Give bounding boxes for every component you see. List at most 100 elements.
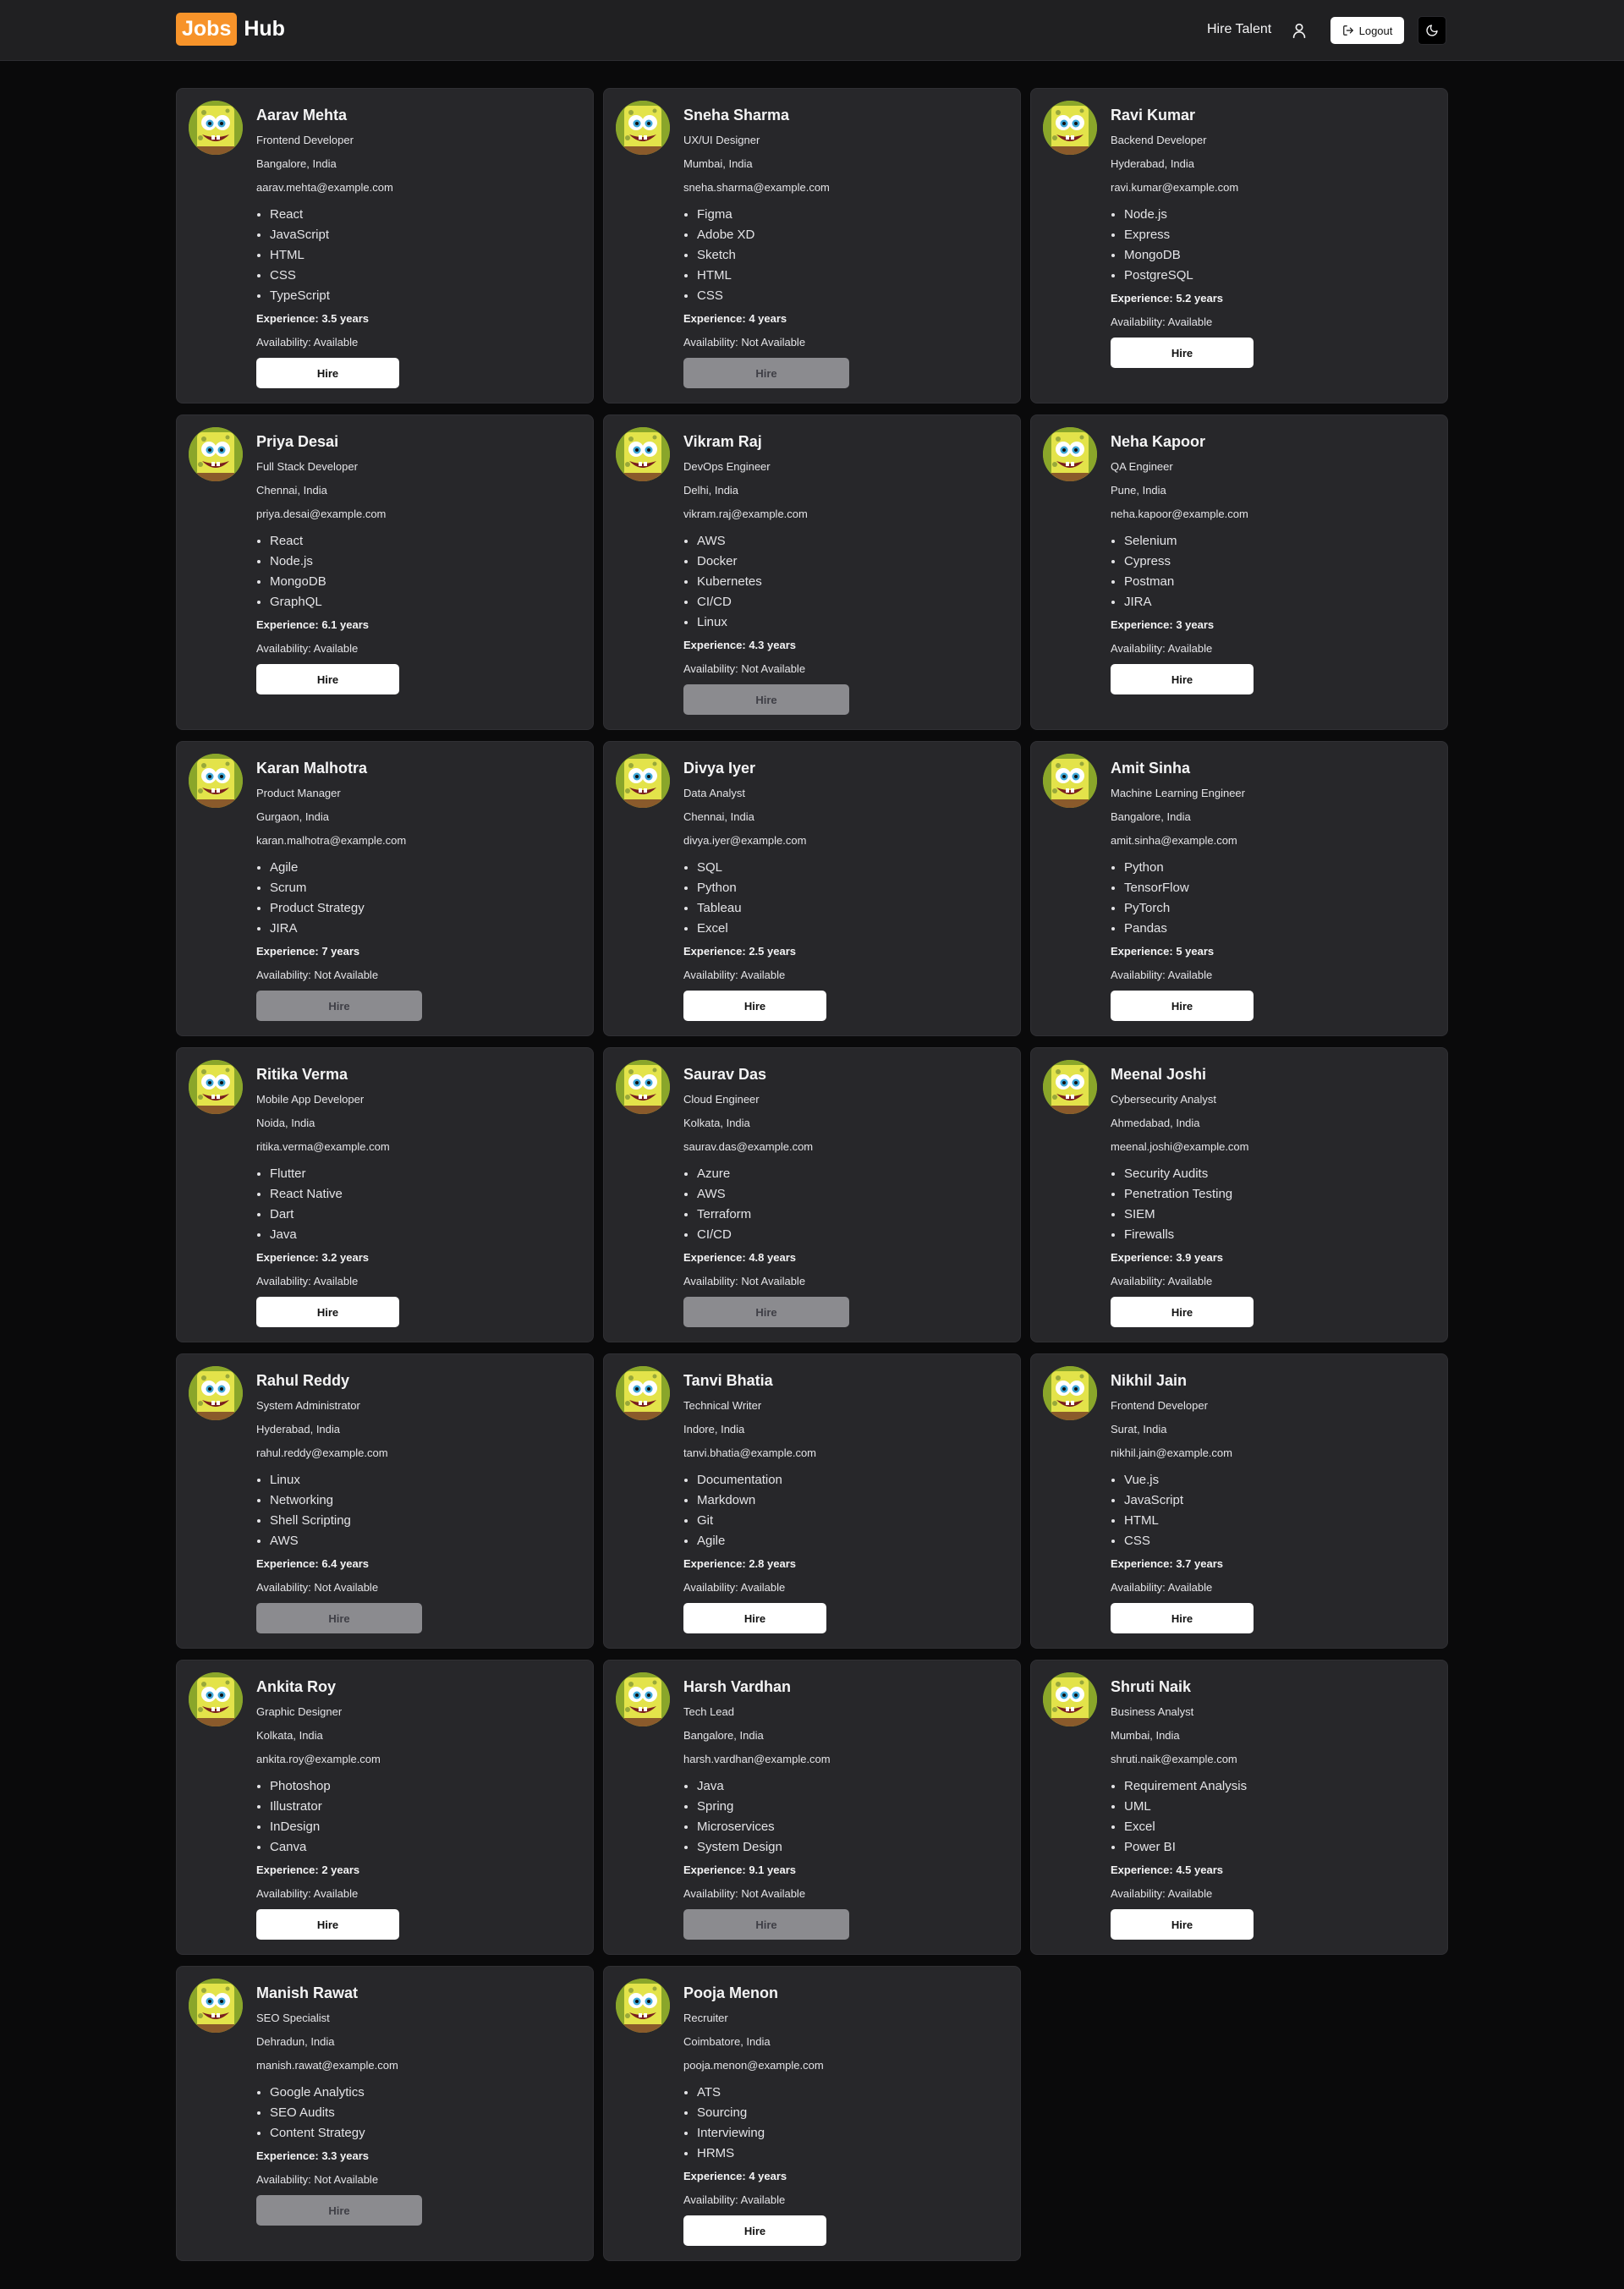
hire-button[interactable]: Hire [683,2215,826,2246]
candidate-info: Amit Sinha Machine Learning Engineer Ban… [1111,754,1434,1022]
skills-list: DocumentationMarkdownGitAgile [683,1470,1007,1551]
hire-button[interactable]: Hire [683,991,826,1021]
candidate-role: Data Analyst [683,787,745,799]
candidate-email: saurav.das@example.com [683,1140,814,1153]
candidate-name: Amit Sinha [1111,760,1191,777]
candidate-location: Ahmedabad, India [1111,1117,1200,1129]
avatar [616,1366,670,1420]
skill-item: Penetration Testing [1124,1184,1434,1205]
skill-item: Express [1124,225,1434,245]
candidate-card: Harsh Vardhan Tech Lead Bangalore, India… [603,1660,1021,1955]
hire-button[interactable]: Hire [256,1909,399,1940]
skill-item: AWS [697,1184,1007,1205]
logo[interactable]: Jobs Hub [176,13,285,46]
hire-button[interactable]: Hire [256,1297,399,1327]
skill-item: Product Strategy [270,898,579,919]
hire-button[interactable]: Hire [1111,991,1254,1021]
candidate-info: Aarav Mehta Frontend Developer Bangalore… [256,101,579,389]
candidate-availability: Availability: Available [1111,642,1213,655]
hire-button[interactable]: Hire [1111,664,1254,694]
user-icon[interactable] [1290,21,1309,40]
candidate-experience: Experience: 3.2 years [256,1251,369,1264]
candidate-card: Neha Kapoor QA Engineer Pune, India neha… [1030,414,1448,730]
candidate-info: Karan Malhotra Product Manager Gurgaon, … [256,754,579,1022]
candidate-role: Graphic Designer [256,1705,343,1718]
skill-item: AWS [697,531,1007,552]
candidate-role: Backend Developer [1111,134,1207,146]
skill-item: CI/CD [697,592,1007,612]
skills-list: Vue.jsJavaScriptHTMLCSS [1111,1470,1434,1551]
candidate-card: Saurav Das Cloud Engineer Kolkata, India… [603,1047,1021,1342]
skill-item: Cypress [1124,552,1434,572]
candidate-availability: Availability: Available [1111,1887,1213,1900]
candidate-email: ankita.roy@example.com [256,1753,381,1765]
skill-item: PostgreSQL [1124,266,1434,286]
avatar [189,1060,243,1114]
theme-toggle-button[interactable] [1418,16,1446,45]
skill-item: Figma [697,205,1007,225]
skill-item: Flutter [270,1164,579,1184]
avatar [189,101,243,155]
skill-item: SIEM [1124,1205,1434,1225]
skill-item: CI/CD [697,1225,1007,1245]
skill-item: TensorFlow [1124,878,1434,898]
candidate-info: Ankita Roy Graphic Designer Kolkata, Ind… [256,1672,579,1940]
candidate-name: Priya Desai [256,433,339,450]
candidate-role: DevOps Engineer [683,460,771,473]
logout-button[interactable]: Logout [1330,17,1404,44]
hire-button: Hire [683,1909,849,1940]
hire-button[interactable]: Hire [256,358,399,388]
skill-item: Markdown [697,1490,1007,1511]
candidate-role: QA Engineer [1111,460,1173,473]
hire-button: Hire [683,1297,849,1327]
candidate-card: Divya Iyer Data Analyst Chennai, India d… [603,741,1021,1036]
avatar [616,427,670,481]
hire-button[interactable]: Hire [683,1603,826,1633]
skill-item: Scrum [270,878,579,898]
hire-button[interactable]: Hire [1111,1909,1254,1940]
candidate-info: Nikhil Jain Frontend Developer Surat, In… [1111,1366,1434,1634]
skill-item: Excel [1124,1817,1434,1837]
skill-item: Node.js [270,552,579,572]
skill-item: Sketch [697,245,1007,266]
hire-button: Hire [256,1603,422,1633]
candidate-grid: Aarav Mehta Frontend Developer Bangalore… [176,88,1448,2261]
skill-item: Linux [270,1470,579,1490]
candidate-email: meenal.joshi@example.com [1111,1140,1249,1153]
candidate-card: Priya Desai Full Stack Developer Chennai… [176,414,594,730]
candidate-role: Tech Lead [683,1705,734,1718]
skills-list: Requirement AnalysisUMLExcelPower BI [1111,1776,1434,1858]
hire-button[interactable]: Hire [1111,338,1254,368]
candidate-availability: Availability: Available [683,969,786,981]
skills-list: Node.jsExpressMongoDBPostgreSQL [1111,205,1434,286]
hire-button[interactable]: Hire [1111,1297,1254,1327]
candidate-name: Aarav Mehta [256,107,348,124]
avatar [616,754,670,808]
candidate-location: Pune, India [1111,484,1166,497]
skills-list: SeleniumCypressPostmanJIRA [1111,531,1434,612]
avatar [616,1060,670,1114]
hire-button[interactable]: Hire [256,664,399,694]
candidate-card: Vikram Raj DevOps Engineer Delhi, India … [603,414,1021,730]
candidate-experience: Experience: 2 years [256,1864,360,1876]
candidate-availability: Availability: Available [1111,1581,1213,1594]
skill-item: HTML [697,266,1007,286]
logout-label: Logout [1358,24,1393,37]
candidate-experience: Experience: 5.2 years [1111,292,1223,305]
candidate-role: Cybersecurity Analyst [1111,1093,1216,1106]
hire-talent-link[interactable]: Hire Talent [1207,20,1271,39]
candidate-experience: Experience: 4 years [683,312,787,325]
candidate-role: UX/UI Designer [683,134,760,146]
skill-item: Linux [697,612,1007,633]
logo-text: Hub [244,17,285,41]
hire-button: Hire [683,358,849,388]
candidate-location: Surat, India [1111,1423,1167,1435]
candidate-experience: Experience: 3.5 years [256,312,369,325]
candidate-experience: Experience: 6.4 years [256,1557,369,1570]
candidate-availability: Availability: Available [256,1275,359,1287]
candidate-name: Tanvi Bhatia [683,1372,773,1389]
skill-item: Java [697,1776,1007,1797]
candidate-name: Nikhil Jain [1111,1372,1188,1389]
hire-button[interactable]: Hire [1111,1603,1254,1633]
candidate-email: aarav.mehta@example.com [256,181,393,194]
